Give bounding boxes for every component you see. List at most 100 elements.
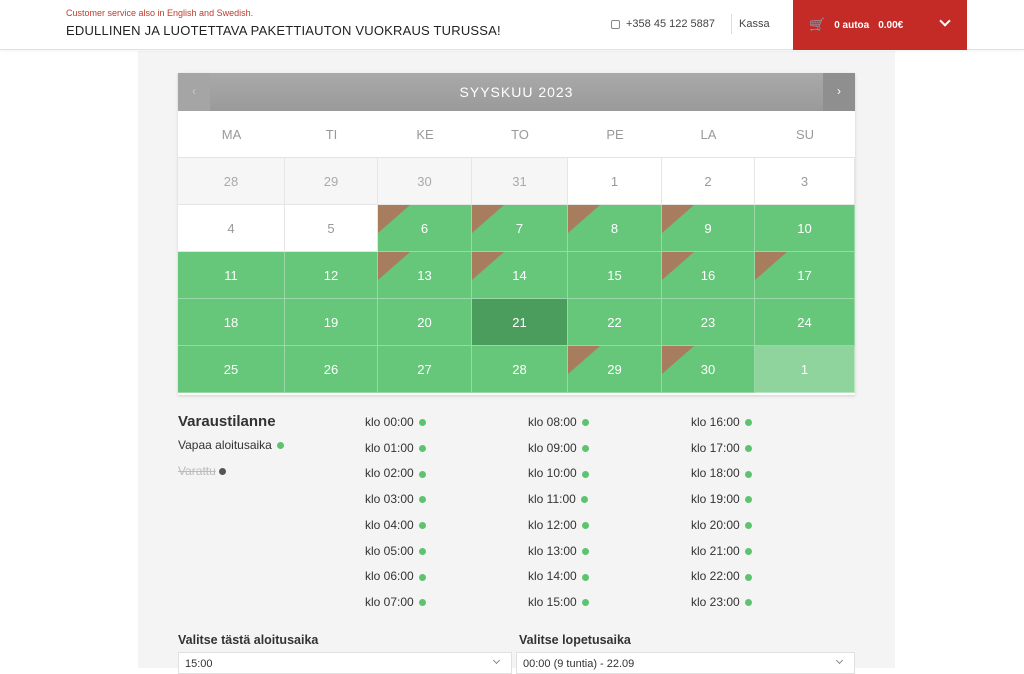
time-slot[interactable]: klo 14:00: [528, 569, 589, 583]
time-slot[interactable]: klo 11:00: [528, 492, 588, 506]
service-language-note: Customer service also in English and Swe…: [66, 8, 254, 18]
calendar-day-number: 1: [800, 362, 809, 377]
time-slot-label: klo 10:00: [528, 466, 577, 481]
time-slot[interactable]: klo 17:00: [691, 441, 752, 455]
weekday-header: TI: [285, 111, 378, 158]
time-slot[interactable]: klo 13:00: [528, 544, 589, 558]
time-slot[interactable]: klo 18:00: [691, 466, 752, 480]
cart-button[interactable]: 🛒 0 autoa 0.00€: [793, 0, 967, 50]
calendar-day[interactable]: 11: [178, 252, 285, 299]
calendar-day[interactable]: 8: [568, 205, 662, 252]
calendar-day[interactable]: 27: [378, 346, 472, 393]
calendar-day[interactable]: 2: [662, 158, 755, 205]
time-slot[interactable]: klo 02:00: [365, 466, 426, 480]
calendar-day: 28: [178, 158, 285, 205]
chevron-down-icon: [492, 656, 501, 665]
time-slot[interactable]: klo 23:00: [691, 595, 752, 609]
calendar-day[interactable]: 21: [472, 299, 568, 346]
calendar-day[interactable]: 7: [472, 205, 568, 252]
available-dot-icon: [581, 599, 589, 607]
chevron-down-icon: [939, 15, 951, 27]
time-slot[interactable]: klo 16:00: [691, 415, 752, 429]
calendar-day-number: 10: [797, 221, 812, 236]
calendar-day[interactable]: 22: [568, 299, 662, 346]
calendar-day-number: 24: [797, 315, 812, 330]
calendar-day-number: 26: [323, 362, 339, 377]
calendar-day-number: 2: [704, 174, 712, 189]
calendar-day[interactable]: 29: [568, 346, 662, 393]
time-slot-label: klo 12:00: [528, 517, 577, 532]
legend-booked-label: Varattu: [178, 464, 216, 478]
calendar-day[interactable]: 28: [472, 346, 568, 393]
calendar-day-number: 28: [512, 362, 527, 377]
time-slot[interactable]: klo 22:00: [691, 569, 752, 583]
time-slot[interactable]: klo 19:00: [691, 492, 752, 506]
calendar-day-number: 30: [700, 362, 716, 377]
time-slot[interactable]: klo 08:00: [528, 415, 589, 429]
calendar-day[interactable]: 10: [755, 205, 855, 252]
end-time-select[interactable]: 00:00 (9 tuntia) - 22.09: [516, 652, 855, 674]
partially-booked-marker: [568, 205, 600, 233]
calendar-day[interactable]: 6: [378, 205, 472, 252]
start-time-select[interactable]: 15:00: [178, 652, 512, 674]
time-slot[interactable]: klo 20:00: [691, 518, 752, 532]
calendar-day[interactable]: 1: [568, 158, 662, 205]
calendar-day[interactable]: 23: [662, 299, 755, 346]
calendar-day[interactable]: 19: [285, 299, 378, 346]
weekday-header: TO: [472, 111, 568, 158]
start-time-value: 15:00: [185, 658, 213, 670]
calendar-day[interactable]: 18: [178, 299, 285, 346]
time-slot[interactable]: klo 21:00: [691, 544, 752, 558]
time-slot[interactable]: klo 10:00: [528, 466, 589, 480]
checkout-link[interactable]: Kassa: [739, 18, 770, 30]
available-dot-icon: [418, 522, 426, 530]
time-slot[interactable]: klo 04:00: [365, 518, 426, 532]
calendar-day[interactable]: 20: [378, 299, 472, 346]
available-dot-icon: [581, 470, 589, 478]
start-time-label: Valitse tästä aloitusaika: [178, 633, 319, 647]
calendar-day-number: 13: [417, 268, 432, 283]
time-slot[interactable]: klo 05:00: [365, 544, 426, 558]
calendar-day-number: 14: [512, 268, 527, 283]
calendar-day[interactable]: 12: [285, 252, 378, 299]
calendar-day[interactable]: 24: [755, 299, 855, 346]
time-slot-label: klo 01:00: [365, 440, 414, 455]
previous-month-button[interactable]: ‹: [178, 73, 210, 111]
end-time-label: Valitse lopetusaika: [519, 633, 631, 647]
calendar-day[interactable]: 1: [755, 346, 855, 393]
calendar-day[interactable]: 15: [568, 252, 662, 299]
cart-total: 0.00€: [878, 19, 904, 31]
time-slot[interactable]: klo 09:00: [528, 441, 589, 455]
cart-count: 0 autoa: [834, 19, 870, 31]
next-month-button[interactable]: ›: [823, 73, 855, 111]
calendar-day[interactable]: 13: [378, 252, 472, 299]
time-slot[interactable]: klo 03:00: [365, 492, 426, 506]
booking-calendar: SYYSKUU 2023 ‹ › MA TI KE TO PE LA SU 28 29 30 31…: [178, 73, 855, 395]
time-slot[interactable]: klo 00:00: [365, 415, 426, 429]
time-slot[interactable]: klo 12:00: [528, 518, 589, 532]
time-slot-label: klo 00:00: [365, 415, 414, 429]
calendar-day[interactable]: 3: [755, 158, 855, 205]
phone-link[interactable]: +358 45 122 5887: [611, 18, 715, 30]
calendar-day[interactable]: 4: [178, 205, 285, 252]
calendar-day-number: 20: [417, 315, 432, 330]
calendar-day[interactable]: 16: [662, 252, 755, 299]
calendar-day[interactable]: 5: [285, 205, 378, 252]
time-slot[interactable]: klo 07:00: [365, 595, 426, 609]
calendar-day[interactable]: 9: [662, 205, 755, 252]
time-slot[interactable]: klo 06:00: [365, 569, 426, 583]
calendar-day[interactable]: 17: [755, 252, 855, 299]
site-brand[interactable]: EDULLINEN JA LUOTETTAVA PAKETTIAUTON VUO…: [66, 23, 501, 38]
time-slot[interactable]: klo 01:00: [365, 441, 426, 455]
calendar-day-number: 1: [610, 174, 619, 189]
time-slot-label: klo 17:00: [691, 440, 740, 455]
calendar-day[interactable]: 30: [662, 346, 755, 393]
calendar-day[interactable]: 25: [178, 346, 285, 393]
partially-booked-marker: [662, 252, 694, 280]
booked-dot-icon: [218, 468, 226, 476]
time-slot[interactable]: klo 15:00: [528, 595, 589, 609]
time-slot-label: klo 07:00: [365, 594, 414, 609]
calendar-day-number: 27: [417, 362, 432, 377]
calendar-day[interactable]: 14: [472, 252, 568, 299]
calendar-day[interactable]: 26: [285, 346, 378, 393]
